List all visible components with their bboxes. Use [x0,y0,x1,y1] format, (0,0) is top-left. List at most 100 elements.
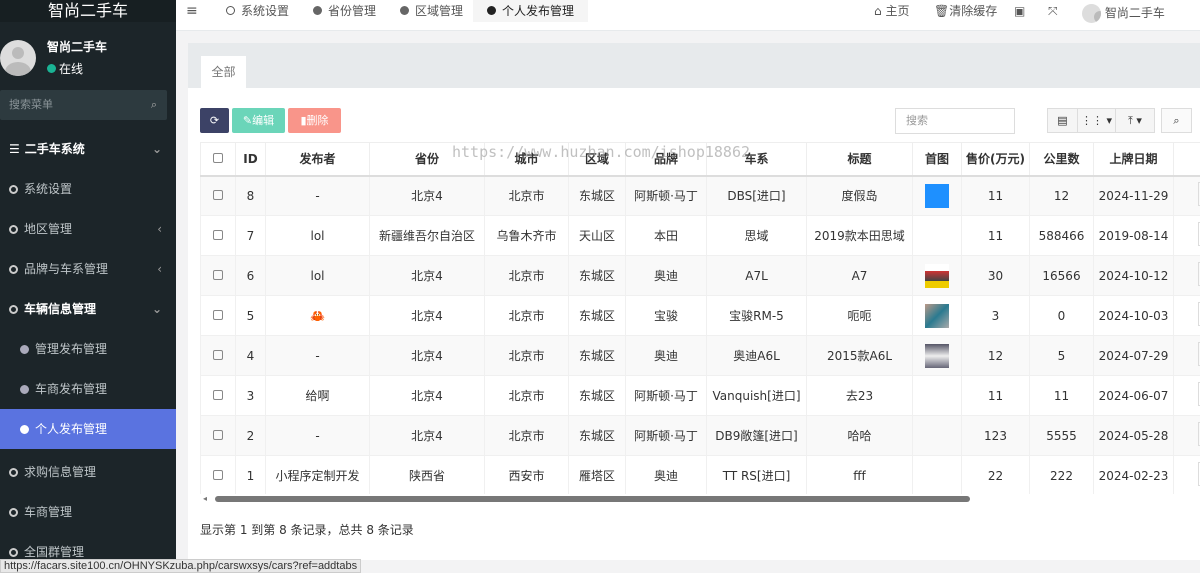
table-cell: 3 [961,295,1030,336]
table-row[interactable]: 8- 北京4 北京市 东城区 阿斯顿·马丁 DBS[进口] 度假岛 11 12 2024-11-2… [200,175,1200,216]
sidebar-item[interactable]: 地区管理 ‹ [0,209,176,249]
table-cell: 奥迪 [625,455,707,494]
cover-thumbnail[interactable] [925,343,949,368]
row-checkbox[interactable] [200,335,236,376]
sidebar-item[interactable]: 个人发布管理 [0,409,176,449]
column-header[interactable]: 品牌 [625,142,707,177]
user-menu-label: 智尚二手车 [1104,6,1165,20]
toggle-view-icon[interactable]: ▤ [1047,108,1078,133]
delete-button[interactable]: ▮删除 [288,108,341,133]
table-row[interactable]: 2- 北京4 北京市 东城区 阿斯顿·马丁 DB9敞篷[进口] 哈哈 123 5555 2024-… [200,415,1200,456]
column-header[interactable]: 首图 [912,142,962,177]
table-cell: lol [265,255,370,296]
table-cell: 11 [961,215,1030,256]
table-cell: 5 [235,295,266,336]
home-label: 主页 [885,4,910,18]
advanced-search-icon[interactable]: ⌕ [1161,108,1192,133]
sidebar-item-label: 车辆信息管理 [24,302,97,316]
sidebar-item[interactable]: 品牌与车系管理 ‹ [0,249,176,289]
sidebar-item-label: 系统设置 [24,182,73,196]
sidebar-item-label: 二手车系统 [24,142,85,156]
user-menu[interactable]: 智尚二手车 [1082,2,1165,24]
row-checkbox[interactable] [200,455,236,494]
home-link[interactable]: ⌂ 主页 [874,0,909,22]
table-row[interactable]: 6 lol 北京4 北京市 东城区 奥迪 A7L A7 30 16566 2024-10-12 [200,255,1200,296]
table-cell: 北京4 [369,335,485,376]
cover-thumbnail[interactable] [925,263,949,288]
row-checkbox[interactable] [200,295,236,336]
table-row[interactable]: 3 给啊 北京4 北京市 东城区 阿斯顿·马丁 Vanquish[进口] 去23 11 11 202… [200,375,1200,416]
column-header[interactable]: 上牌日期 [1093,142,1174,177]
select-all-checkbox[interactable] [200,142,236,177]
column-header[interactable]: 省份 [369,142,485,177]
column-header[interactable]: 标题 [806,142,913,177]
columns-dropdown-icon[interactable]: ⋮⋮ ▾ [1077,108,1116,133]
tab-personal-publish[interactable]: 个人发布管理 [473,0,589,22]
menu-toggle-icon[interactable]: ≡ [186,0,198,22]
column-header[interactable]: 车系 [706,142,807,177]
table-cell: 东城区 [568,415,626,456]
tab-label: 省份管理 [328,4,377,18]
sidebar-item[interactable]: 车商管理 [0,492,176,532]
translate-icon[interactable]: ▣ [1014,0,1025,22]
cover-thumbnail[interactable] [925,183,949,208]
row-checkbox[interactable] [200,415,236,456]
export-dropdown-icon[interactable]: ⤒ ▾ [1115,108,1155,133]
column-header[interactable]: ID [235,142,266,177]
tab-province[interactable]: 省份管理 [313,0,376,22]
sidebar-item[interactable]: 求购信息管理 [0,452,176,492]
table-cell: 北京4 [369,255,485,296]
column-header[interactable]: 售价(万元) [961,142,1030,177]
edit-button[interactable]: ✎编辑 [232,108,285,133]
fullscreen-icon[interactable]: ⤧ [1048,0,1058,22]
tab-system-settings[interactable]: 系统设置 [226,0,289,22]
operate-cell[interactable] [1173,455,1200,494]
table-cell: 22 [961,455,1030,494]
sidebar-item[interactable]: 车商发布管理 [0,369,176,409]
clear-cache-link[interactable]: 🗑清除缓存 [934,0,997,22]
sidebar-item[interactable]: 管理发布管理 [0,329,176,369]
column-header[interactable]: 发布者 [265,142,370,177]
sidebar-item[interactable]: ☰ 二手车系统 ⌄ [0,129,176,169]
row-checkbox[interactable] [200,215,236,256]
operate-cell[interactable] [1173,175,1200,216]
table-cell: 7 [235,215,266,256]
table-cell: 宝骏 [625,295,707,336]
scroll-left-icon[interactable]: ◂ [203,494,207,503]
table-search-input[interactable]: 搜索 [895,108,1015,134]
edit-label: 编辑 [252,114,275,127]
cover-thumbnail[interactable] [925,303,949,328]
table-cell: 11 [1029,375,1094,416]
operate-cell[interactable] [1173,375,1200,416]
circle-icon [9,468,18,477]
operate-cell[interactable] [1173,255,1200,296]
row-checkbox[interactable] [200,175,236,216]
tab-region[interactable]: 区域管理 [400,0,463,22]
table-row[interactable]: 4- 北京4 北京市 东城区 奥迪 奥迪A6L 2015款A6L 12 5 2024-07-29 [200,335,1200,376]
operate-cell[interactable] [1173,295,1200,336]
operate-cell[interactable] [1173,215,1200,256]
row-checkbox[interactable] [200,255,236,296]
operate-cell[interactable] [1173,335,1200,376]
menu-search-input[interactable]: 搜索菜单 ⌕ [0,90,167,120]
scrollbar-thumb[interactable] [215,496,970,502]
sidebar-item[interactable]: 系统设置 [0,169,176,209]
table-cell: 16566 [1029,255,1094,296]
horizontal-scrollbar[interactable]: ◂ [200,494,1200,504]
refresh-button[interactable]: ⟳ [200,108,229,133]
sidebar-item[interactable]: 车辆信息管理 ⌄ [0,289,176,329]
pencil-icon: ✎ [242,114,253,127]
tab-all[interactable]: 全部 [201,56,246,88]
table-row[interactable]: 5 🦀 北京4 北京市 东城区 宝骏 宝骏RM-5 呃呃 3 0 2024-10-03 [200,295,1200,336]
delete-label: 删除 [306,114,329,127]
table-row[interactable]: 1 小程序定制开发 陕西省 西安市 雁塔区 奥迪 TT RS[进口] fff 22 222 2024… [200,455,1200,494]
row-checkbox[interactable] [200,375,236,416]
column-header[interactable]: 区域 [568,142,626,177]
table-cell: 北京市 [484,175,569,216]
table-row[interactable]: 7 lol 新疆维吾尔自治区 乌鲁木齐市 天山区 本田 思域 2019款本田思域 11 58846… [200,215,1200,256]
column-header[interactable]: 公里数 [1029,142,1094,177]
operate-cell[interactable] [1173,415,1200,456]
sidebar-item-label: 求购信息管理 [24,465,97,479]
column-header[interactable]: 城市 [484,142,569,177]
table-cell: - [265,175,370,216]
